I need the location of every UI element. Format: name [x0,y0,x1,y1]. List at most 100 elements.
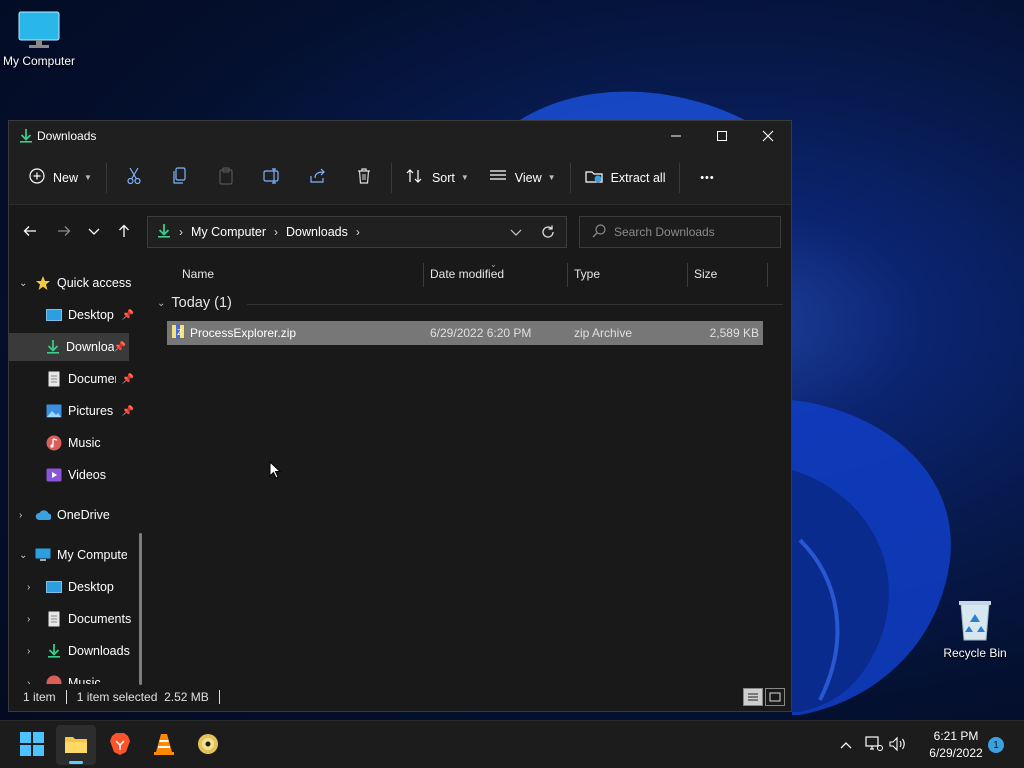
nav-item-label: Desktop [68,580,114,594]
selection-info: 1 item selected 2.52 MB [76,690,209,704]
nav-item-pictures[interactable]: Pictures 📌 [9,397,137,425]
column-divider[interactable] [767,263,768,287]
details-view-button[interactable] [743,688,763,706]
desktop-icon-label: Recycle Bin [943,646,1007,660]
minimize-button[interactable] [653,121,699,151]
active-app-indicator [69,761,83,764]
delete-button[interactable] [341,161,387,195]
cut-button[interactable] [111,161,157,195]
taskbar-disc-app[interactable] [188,725,228,765]
document-icon [46,371,62,387]
chevron-down-icon: ⌄ [157,297,166,309]
breadcrumb-my-computer[interactable]: My Computer [191,225,266,239]
share-button[interactable] [295,161,341,195]
maximize-button[interactable] [699,121,745,151]
column-header-name[interactable]: Name [182,267,214,281]
column-header-type[interactable]: Type [574,267,600,281]
new-button[interactable]: New ▼ [19,161,102,195]
clipboard-icon [218,167,234,188]
chevron-right-icon[interactable]: › [27,646,37,657]
breadcrumb-downloads[interactable]: Downloads [286,225,348,239]
copy-button[interactable] [157,161,203,195]
back-button[interactable] [15,217,45,247]
taskbar: 6:21 PM 6/29/2022 1 [0,720,1024,768]
large-icons-view-button[interactable] [765,688,785,706]
volume-button[interactable] [888,735,908,755]
chevron-right-icon[interactable]: › [27,614,37,625]
network-button[interactable] [864,735,884,755]
column-divider[interactable] [423,263,424,287]
windows-logo-icon [20,731,44,759]
address-history-chevron-icon[interactable] [510,226,522,240]
item-count: 1 item [23,690,56,704]
document-icon [46,611,62,627]
search-input[interactable] [614,225,764,239]
nav-item-documents[interactable]: Documents 📌 [9,365,137,393]
title-bar[interactable]: Downloads [9,121,791,151]
recent-locations-button[interactable] [79,217,109,247]
extract-all-button[interactable]: Extract all [575,161,676,195]
notification-badge[interactable]: 1 [988,737,1004,753]
file-list: Name ⌄ Date modified Type Size ⌄ Today (… [149,259,791,684]
up-button[interactable] [109,217,139,247]
column-divider[interactable] [687,263,688,287]
desktop-icon-my-computer[interactable]: My Computer [1,10,77,68]
chevron-right-icon[interactable]: › [27,582,37,593]
view-button[interactable]: View ▼ [479,161,566,195]
taskbar-vlc-player[interactable] [144,725,184,765]
more-options-button[interactable]: ••• [684,161,730,195]
nav-item-downloads[interactable]: Downloads 📌 [9,333,129,361]
rename-button[interactable] [249,161,295,195]
nav-item-quick-access[interactable]: ⌄ Quick access [9,269,137,297]
column-divider[interactable] [567,263,568,287]
clock[interactable]: 6:21 PM 6/29/2022 [918,728,994,762]
search-box[interactable] [579,216,781,248]
divider [569,162,571,193]
taskbar-brave-browser[interactable] [100,725,140,765]
paste-button[interactable] [203,161,249,195]
address-bar[interactable]: › My Computer › Downloads › [147,216,567,248]
nav-item-onedrive[interactable]: › OneDrive [9,501,137,529]
sort-button[interactable]: Sort ▼ [396,161,479,195]
desktop-folder-icon [46,579,62,595]
chevron-right-icon[interactable]: › [19,510,29,521]
taskbar-file-explorer[interactable] [56,725,96,765]
nav-item-music[interactable]: Music [9,429,137,457]
show-hidden-icons-button[interactable] [836,735,856,755]
chevron-down-icon[interactable]: ⌄ [19,278,29,289]
nav-item-label: My Computer [57,548,127,562]
column-header-date-modified[interactable]: Date modified [430,267,504,281]
nav-item-videos[interactable]: Videos [9,461,137,489]
breadcrumb-separator-icon: › [355,225,360,239]
group-header-today[interactable]: ⌄ Today (1) [157,295,232,311]
status-divider [65,690,67,704]
command-bar: New ▼ Sort ▼ View ▼ Extract all ••• [9,151,791,205]
nav-item-pc-documents[interactable]: › Documents [9,605,137,633]
chevron-down-icon[interactable]: ⌄ [19,550,29,561]
nav-item-label: Downloads [66,340,114,354]
file-explorer-window: Downloads New ▼ Sort ▼ View ▼ Extract al… [8,120,792,712]
nav-item-my-computer[interactable]: ⌄ My Computer [9,541,137,569]
start-button[interactable] [12,725,52,765]
column-header-size[interactable]: Size [694,267,717,281]
nav-item-pc-music[interactable]: › Music [9,669,137,684]
forward-button[interactable] [49,217,79,247]
file-name: ProcessExplorer.zip [190,326,297,340]
arrow-left-icon [23,225,37,240]
refresh-icon[interactable] [541,225,555,242]
close-button[interactable] [745,121,791,151]
copy-icon [172,167,188,188]
status-divider [218,690,220,704]
recycle-bin-icon [955,598,995,642]
vlc-cone-icon [153,732,175,759]
divider [679,162,681,193]
divider [390,162,392,193]
nav-item-label: Downloads [68,644,130,658]
nav-item-desktop[interactable]: Desktop 📌 [9,301,137,329]
nav-item-pc-downloads[interactable]: › Downloads [9,637,137,665]
file-row-selected[interactable]: Z ProcessExplorer.zip 6/29/2022 6:20 PM … [167,321,763,345]
navigation-scrollbar[interactable] [139,533,142,685]
svg-text:Z: Z [177,328,183,337]
desktop-icon-recycle-bin[interactable]: Recycle Bin [937,598,1013,660]
nav-item-pc-desktop[interactable]: › Desktop [9,573,137,601]
